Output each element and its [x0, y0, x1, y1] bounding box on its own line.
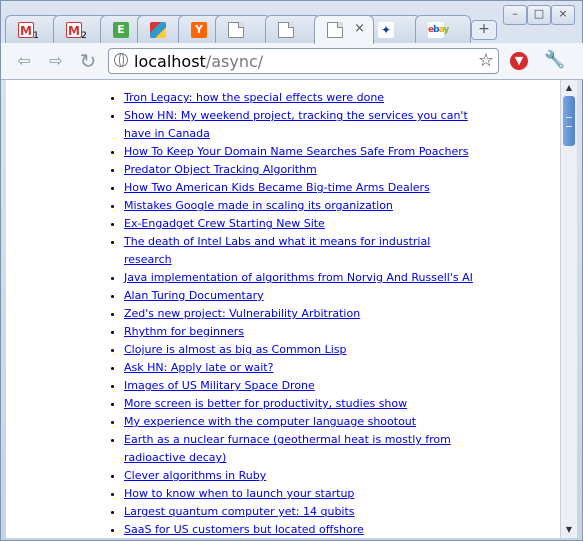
- story-link[interactable]: Images of US Military Space Drone: [124, 379, 315, 392]
- list-item: Java implementation of algorithms from N…: [124, 269, 474, 287]
- list-item: How Two American Kids Became Big-time Ar…: [124, 179, 474, 197]
- tab-ebay[interactable]: ebay: [415, 15, 471, 43]
- story-link[interactable]: How To Keep Your Domain Name Searches Sa…: [124, 145, 469, 158]
- url-host: localhost: [134, 52, 206, 71]
- story-link[interactable]: Tron Legacy: how the special effects wer…: [124, 91, 384, 104]
- page-content: Tron Legacy: how the special effects wer…: [6, 80, 560, 538]
- story-link[interactable]: My experience with the computer language…: [124, 415, 416, 428]
- reload-button[interactable]: ↻: [75, 49, 101, 73]
- story-link[interactable]: Clojure is almost as big as Common Lisp: [124, 343, 347, 356]
- list-item: Rhythm for beginners: [124, 323, 474, 341]
- story-link[interactable]: Predator Object Tracking Algorithm: [124, 163, 317, 176]
- minimize-button[interactable]: –: [503, 5, 527, 25]
- bookmark-star-icon[interactable]: ☆: [478, 50, 494, 71]
- link-list: Tron Legacy: how the special effects wer…: [6, 89, 474, 538]
- story-link[interactable]: How to know when to launch your startup: [124, 487, 354, 500]
- globe-icon: [114, 53, 128, 67]
- close-tab-icon[interactable]: ×: [354, 21, 365, 36]
- wrench-menu-icon[interactable]: 🔧: [544, 50, 565, 70]
- list-item: How to know when to launch your startup: [124, 485, 474, 503]
- story-link[interactable]: Zed's new project: Vulnerability Arbitra…: [124, 307, 360, 320]
- story-link[interactable]: Show HN: My weekend project, tracking th…: [124, 109, 468, 140]
- page-icon: [327, 22, 343, 38]
- list-item: Ex-Engadget Crew Starting New Site: [124, 215, 474, 233]
- list-item: Clever algorithms in Ruby: [124, 467, 474, 485]
- maximize-button[interactable]: □: [527, 5, 551, 25]
- tab-page-1[interactable]: [215, 15, 271, 43]
- story-link[interactable]: Java implementation of algorithms from N…: [124, 271, 473, 284]
- list-item: Earth as a nuclear furnace (geothermal h…: [124, 431, 474, 467]
- story-link[interactable]: Ask HN: Apply late or wait?: [124, 361, 273, 374]
- close-window-button[interactable]: ×: [551, 5, 575, 25]
- tab-active[interactable]: ×: [314, 15, 374, 44]
- scroll-up-arrow-icon[interactable]: ▲: [562, 81, 576, 95]
- address-bar[interactable]: localhost/async/ ☆: [108, 48, 499, 74]
- list-item: Mistakes Google made in scaling its orga…: [124, 197, 474, 215]
- ebay-icon: ebay: [428, 22, 449, 38]
- list-item: Clojure is almost as big as Common Lisp: [124, 341, 474, 359]
- back-button[interactable]: ⇦: [11, 49, 37, 73]
- vertical-scrollbar[interactable]: ▲ ▼: [560, 80, 577, 538]
- list-item: Largest quantum computer yet: 14 qubits: [124, 503, 474, 521]
- list-item: Show HN: My weekend project, tracking th…: [124, 107, 474, 143]
- y-icon: Y: [191, 22, 207, 38]
- page-icon: [228, 22, 244, 38]
- tab-page-2[interactable]: [265, 15, 321, 43]
- list-item: Images of US Military Space Drone: [124, 377, 474, 395]
- browser-window: M 1 M 2 E Y × ✦ ebay + – □ × ⇦ ⇨ ↻ local…: [0, 0, 583, 541]
- toolbar: ⇦ ⇨ ↻ localhost/async/ ☆ ▼ 🔧: [1, 43, 583, 80]
- scroll-down-arrow-icon[interactable]: ▼: [562, 523, 576, 537]
- page-icon: [278, 22, 294, 38]
- story-link[interactable]: Mistakes Google made in scaling its orga…: [124, 199, 393, 212]
- story-link[interactable]: SaaS for US customers but located offsho…: [124, 523, 364, 536]
- list-item: Alan Turing Documentary: [124, 287, 474, 305]
- list-item: Predator Object Tracking Algorithm: [124, 161, 474, 179]
- story-link[interactable]: Clever algorithms in Ruby: [124, 469, 266, 482]
- story-link[interactable]: How Two American Kids Became Big-time Ar…: [124, 181, 430, 194]
- list-item: How To Keep Your Domain Name Searches Sa…: [124, 143, 474, 161]
- story-link[interactable]: Alan Turing Documentary: [124, 289, 264, 302]
- list-item: My experience with the computer language…: [124, 413, 474, 431]
- list-item: SaaS for US customers but located offsho…: [124, 521, 474, 538]
- crab-icon: ✦: [378, 22, 394, 38]
- list-item: Ask HN: Apply late or wait?: [124, 359, 474, 377]
- new-tab-button[interactable]: +: [471, 20, 497, 40]
- story-link[interactable]: More screen is better for productivity, …: [124, 397, 407, 410]
- list-item: The death of Intel Labs and what it mean…: [124, 233, 474, 269]
- tab-strip: M 1 M 2 E Y × ✦ ebay + – □ ×: [1, 1, 583, 44]
- list-item: More screen is better for productivity, …: [124, 395, 474, 413]
- story-link[interactable]: The death of Intel Labs and what it mean…: [124, 235, 430, 266]
- story-link[interactable]: Ex-Engadget Crew Starting New Site: [124, 217, 325, 230]
- blocks-icon: [150, 22, 166, 38]
- url-path: /async/: [205, 52, 264, 71]
- list-item: Zed's new project: Vulnerability Arbitra…: [124, 305, 474, 323]
- story-link[interactable]: Rhythm for beginners: [124, 325, 244, 338]
- story-link[interactable]: Largest quantum computer yet: 14 qubits: [124, 505, 355, 518]
- list-item: Tron Legacy: how the special effects wer…: [124, 89, 474, 107]
- e-icon: E: [113, 22, 129, 38]
- extension-download-icon[interactable]: ▼: [510, 52, 528, 70]
- scrollbar-thumb[interactable]: [563, 96, 575, 146]
- story-link[interactable]: Earth as a nuclear furnace (geothermal h…: [124, 433, 451, 464]
- url-text[interactable]: localhost/async/: [134, 52, 263, 71]
- forward-button[interactable]: ⇨: [43, 49, 69, 73]
